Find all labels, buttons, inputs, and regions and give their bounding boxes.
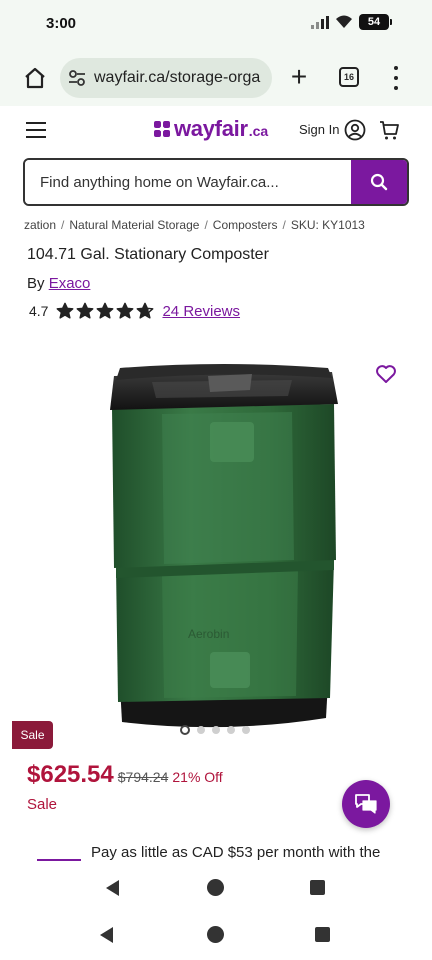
- brand-link[interactable]: Exaco: [49, 275, 91, 292]
- star-full-icon: [117, 302, 134, 319]
- price-row: $625.54 $794.24 21% Off: [27, 761, 223, 789]
- search-bar: [23, 158, 409, 206]
- wifi-icon: [336, 15, 352, 28]
- status-bar: 3:00 54: [0, 0, 432, 50]
- sale-badge: Sale: [12, 721, 53, 749]
- account-icon[interactable]: [344, 119, 366, 141]
- tab-switcher-button[interactable]: 16: [339, 67, 359, 87]
- star-partial-icon: [137, 302, 154, 319]
- system-navigation-bar: [0, 910, 432, 960]
- logo-pinwheel-icon: [154, 121, 170, 137]
- recents-nav-icon[interactable]: [310, 880, 325, 895]
- product-title: 104.71 Gal. Stationary Composter: [27, 246, 269, 263]
- chat-icon: [355, 794, 377, 814]
- product-byline: By Exaco: [27, 275, 90, 292]
- url-text: wayfair.ca/storage-orga: [94, 69, 261, 86]
- sale-price: $625.54: [27, 761, 114, 788]
- site-settings-icon[interactable]: [66, 67, 88, 89]
- status-time: 3:00: [46, 15, 77, 32]
- search-icon: [370, 173, 388, 191]
- inner-navigation-bar: [12, 866, 420, 910]
- discount-label: 21% Off: [172, 769, 223, 785]
- home-nav-icon[interactable]: [207, 879, 224, 896]
- wayfair-logo[interactable]: wayfair .ca: [152, 116, 268, 142]
- original-price: $794.24: [117, 769, 169, 785]
- star-full-icon: [77, 302, 94, 319]
- cart-icon[interactable]: [378, 119, 400, 141]
- carousel-dot[interactable]: [180, 725, 190, 735]
- star-full-icon: [57, 302, 74, 319]
- web-page: wayfair .ca Sign In zation/Natural Mater…: [12, 106, 420, 866]
- sku-label: SKU: KY1013: [290, 218, 365, 232]
- star-full-icon: [97, 302, 114, 319]
- battery-level: 54: [359, 14, 389, 30]
- phone-screen: 3:00 54 wayfair.ca/storage-orga + 16 way…: [0, 0, 432, 960]
- recents-nav-icon[interactable]: [315, 927, 330, 942]
- financing-text: Pay as little as CAD $53 per month with …: [91, 844, 381, 861]
- image-carousel-dots[interactable]: [180, 725, 250, 735]
- site-header: wayfair .ca Sign In: [12, 106, 420, 154]
- logo-word: wayfair: [174, 116, 248, 141]
- affirm-logo-underline: [37, 859, 81, 861]
- browser-toolbar: wayfair.ca/storage-orga + 16: [0, 50, 432, 106]
- battery-icon: 54: [359, 14, 392, 30]
- status-icons: 54: [311, 14, 392, 30]
- chat-button[interactable]: [342, 780, 390, 828]
- rating-value: 4.7: [29, 303, 49, 319]
- carousel-dot[interactable]: [212, 726, 220, 734]
- breadcrumb-item[interactable]: zation: [24, 218, 56, 232]
- sale-text: Sale: [27, 796, 58, 813]
- back-nav-icon[interactable]: [100, 927, 113, 943]
- rating-row: 4.7 24 Reviews: [29, 302, 240, 320]
- by-label: By: [27, 275, 45, 292]
- search-input[interactable]: [25, 160, 351, 204]
- signal-icon: [311, 15, 329, 29]
- product-image-gallery[interactable]: Aerobin: [12, 346, 420, 738]
- search-button[interactable]: [351, 160, 407, 204]
- favorite-heart-icon[interactable]: [374, 362, 398, 386]
- carousel-dot[interactable]: [242, 726, 250, 734]
- logo-tld: .ca: [248, 123, 269, 139]
- carousel-dot[interactable]: [197, 726, 205, 734]
- svg-text:Aerobin: Aerobin: [188, 627, 229, 641]
- address-bar[interactable]: wayfair.ca/storage-orga: [60, 58, 272, 98]
- breadcrumb: zation / Natural Material Storage / Composte…: [24, 218, 365, 232]
- sign-in-link[interactable]: Sign In: [299, 122, 339, 137]
- star-rating: [56, 302, 154, 320]
- more-menu-icon[interactable]: [389, 66, 403, 90]
- home-icon[interactable]: [22, 65, 48, 91]
- breadcrumb-item[interactable]: Composters: [213, 218, 278, 232]
- back-nav-icon[interactable]: [106, 880, 119, 896]
- home-nav-icon[interactable]: [207, 926, 224, 943]
- carousel-dot[interactable]: [227, 726, 235, 734]
- composter-product-image: Aerobin: [12, 346, 420, 738]
- new-tab-icon[interactable]: +: [288, 63, 310, 92]
- breadcrumb-item[interactable]: Natural Material Storage: [69, 218, 199, 232]
- reviews-link[interactable]: 24 Reviews: [162, 303, 240, 320]
- menu-icon[interactable]: [26, 122, 46, 138]
